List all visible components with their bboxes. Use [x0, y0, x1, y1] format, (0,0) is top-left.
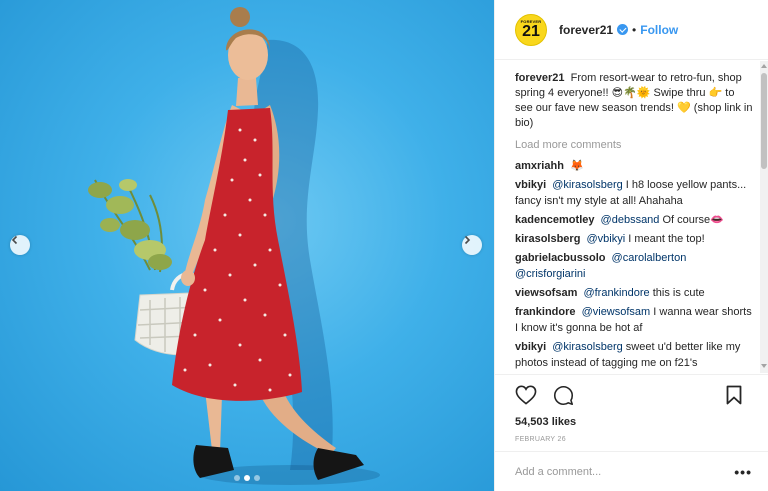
- likes-count[interactable]: 54,503 likes: [515, 416, 748, 428]
- comment-item: viewsofsam @frankindore this is cute: [515, 285, 754, 301]
- comment-mention[interactable]: @kirasolsberg: [552, 341, 622, 353]
- carousel-dot: [234, 475, 240, 481]
- post-side-panel: FOREVER 21 forever21 • Follow forever21 …: [494, 0, 768, 491]
- comment-text: 🦊: [569, 160, 584, 172]
- comment-item: gabrielacbussolo @carolalberton @crisfor…: [515, 250, 754, 282]
- comment-mention[interactable]: @viewsofsam: [582, 306, 651, 318]
- comment-item: kadencemotley @debssand Of course👄: [515, 212, 754, 228]
- chevron-left-icon: [11, 235, 18, 245]
- carousel-dot: [254, 475, 260, 481]
- logo-big-text: 21: [522, 23, 540, 40]
- carousel-dot-active: [244, 475, 250, 481]
- verified-badge-icon: [617, 24, 629, 35]
- comment-item: kirasolsberg @vbikyi I meant the top!: [515, 231, 754, 247]
- comment-icon: [553, 385, 574, 405]
- comment-username[interactable]: amxriahh: [515, 160, 564, 172]
- post-date: FEBRUARY 26: [515, 436, 566, 443]
- heart-icon: [515, 385, 537, 405]
- more-options-button[interactable]: •••: [734, 464, 752, 480]
- add-comment-bar: •••: [495, 451, 768, 491]
- comment-mention[interactable]: @frankindore: [583, 287, 649, 299]
- carousel-prev-button[interactable]: [10, 235, 30, 255]
- plant-shape: [88, 179, 172, 273]
- comment-item: amxriahh 🦊: [515, 158, 754, 174]
- comment-item: frankindore @viewsofsam I wanna wear sho…: [515, 304, 754, 336]
- bookmark-icon: [726, 385, 742, 405]
- comment-username[interactable]: kadencemotley: [515, 214, 594, 226]
- comment-item: vbikyi @kirasolsberg I h8 loose yellow p…: [515, 177, 754, 209]
- follow-button[interactable]: Follow: [640, 23, 678, 37]
- scroll-down-arrow-icon[interactable]: [761, 364, 767, 368]
- scroll-up-arrow-icon[interactable]: [761, 64, 767, 68]
- comments-list[interactable]: forever21 From resort-wear to retro-fun,…: [495, 61, 768, 373]
- scrollbar-thumb[interactable]: [761, 73, 767, 169]
- post-caption: forever21 From resort-wear to retro-fun,…: [515, 71, 754, 131]
- profile-avatar[interactable]: FOREVER 21: [515, 13, 547, 46]
- comment-username[interactable]: vbikyi: [515, 341, 546, 353]
- chevron-right-icon: [464, 235, 471, 245]
- caption-username[interactable]: forever21: [515, 72, 565, 84]
- carousel-indicator: [0, 475, 494, 481]
- photo-illustration: [88, 7, 380, 485]
- load-more-comments-button[interactable]: Load more comments: [515, 137, 754, 153]
- comment-text: I meant the top!: [628, 233, 705, 245]
- comment-text: sweet u'd better like my photos instead …: [515, 341, 741, 369]
- comment-button[interactable]: [553, 385, 574, 406]
- comment-text: this is cute: [652, 287, 705, 299]
- comment-text: I h8 loose yellow pants... fancy isn't m…: [515, 179, 747, 207]
- comment-text: Of course👄: [662, 214, 724, 226]
- carousel-next-button[interactable]: [462, 235, 482, 255]
- comment-username[interactable]: kirasolsberg: [515, 233, 580, 245]
- save-button[interactable]: [726, 385, 742, 405]
- header-username[interactable]: forever21: [559, 23, 613, 37]
- comment-mention[interactable]: @vbikyi: [586, 233, 625, 245]
- comment-mention[interactable]: @kirasolsberg: [552, 179, 622, 191]
- comment-item: vbikyi @kirasolsberg sweet u'd better li…: [515, 339, 754, 371]
- like-button[interactable]: [515, 385, 537, 405]
- comment-mention[interactable]: @debssand: [601, 214, 660, 226]
- comment-username[interactable]: gabrielacbussolo: [515, 252, 605, 264]
- add-comment-input[interactable]: [515, 465, 735, 478]
- comment-username[interactable]: vbikyi: [515, 179, 546, 191]
- header-separator: •: [632, 22, 637, 37]
- action-icons-row: [515, 383, 748, 407]
- comment-username[interactable]: frankindore: [515, 306, 576, 318]
- post-photo[interactable]: [0, 0, 494, 491]
- post-header: FOREVER 21 forever21 • Follow: [495, 0, 768, 60]
- comment-username[interactable]: viewsofsam: [515, 287, 577, 299]
